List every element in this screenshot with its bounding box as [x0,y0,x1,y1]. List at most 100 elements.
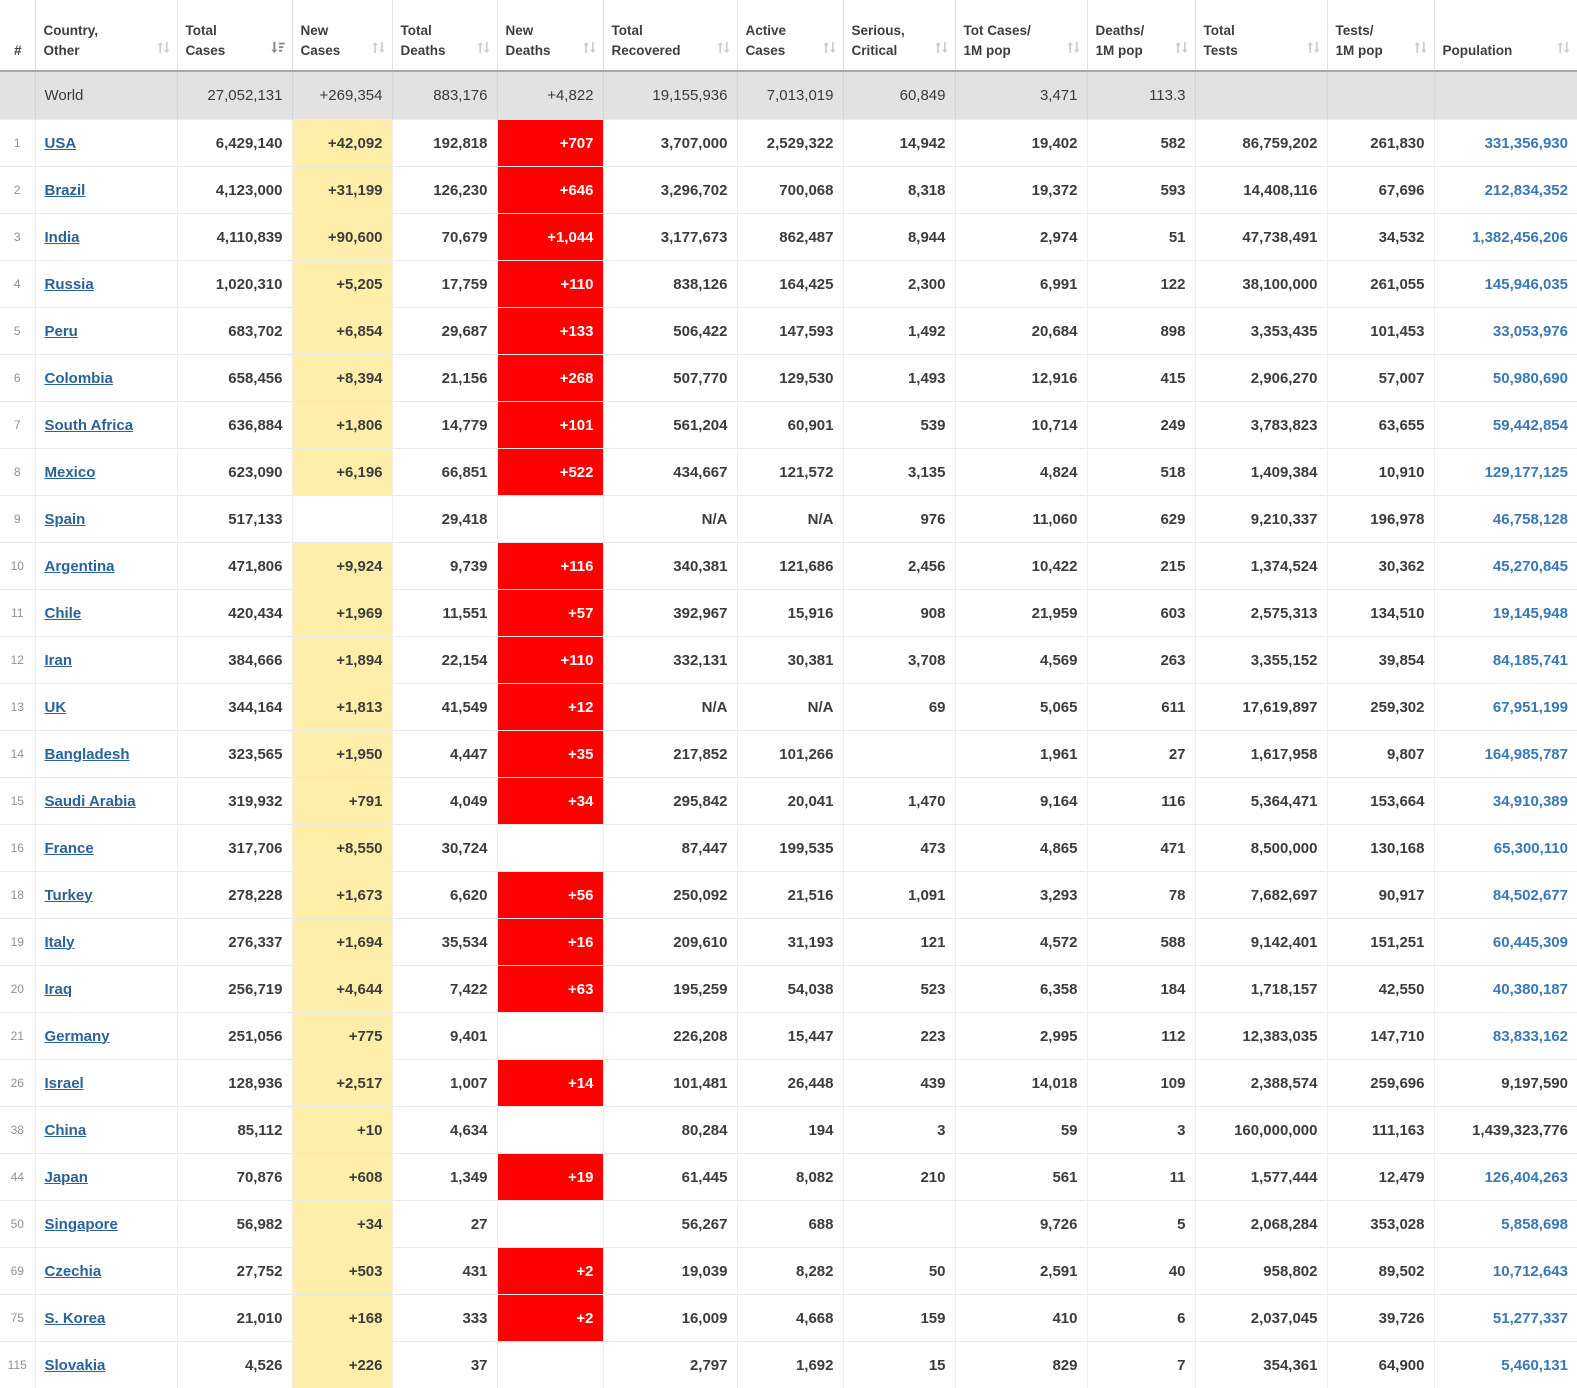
total-tests-cell: 2,575,313 [1195,590,1327,637]
column-header-total_recovered[interactable]: Total Recovered [603,0,737,71]
population-link[interactable]: 5,460,131 [1501,1357,1568,1374]
population-link[interactable]: 331,356,930 [1485,135,1568,152]
population-link[interactable]: 51,277,337 [1493,1310,1568,1327]
country-row-iran: 12Iran384,666+1,89422,154+110332,13130,3… [0,637,1577,684]
population-link[interactable]: 84,185,741 [1493,652,1568,669]
country-link[interactable]: Mexico [45,464,96,481]
population-link[interactable]: 45,270,845 [1493,558,1568,575]
country-link[interactable]: Peru [45,323,78,340]
country-row-peru: 5Peru683,702+6,85429,687+133506,422147,5… [0,308,1577,355]
total-tests-cell: 3,783,823 [1195,402,1327,449]
sort-toggle-icon[interactable] [1414,41,1427,59]
population-link[interactable]: 145,946,035 [1485,276,1568,293]
active-cases-cell: 15,447 [737,1013,843,1060]
country-link[interactable]: France [45,840,94,857]
population-link[interactable]: 50,980,690 [1493,370,1568,387]
sort-toggle-icon[interactable] [935,41,948,59]
country-link[interactable]: S. Korea [45,1310,106,1327]
population-link[interactable]: 40,380,187 [1493,981,1568,998]
population-link[interactable]: 164,985,787 [1485,746,1568,763]
population-cell: 212,834,352 [1434,167,1577,214]
country-link[interactable]: Czechia [45,1263,102,1280]
country-link[interactable]: Brazil [45,182,86,199]
country-link[interactable]: China [45,1122,87,1139]
country-link[interactable]: Italy [45,934,75,951]
country-link[interactable]: India [45,229,80,246]
column-header-new_deaths[interactable]: New Deaths [497,0,603,71]
country-link[interactable]: Iraq [45,981,73,998]
column-header-total_deaths[interactable]: Total Deaths [392,0,497,71]
population-link[interactable]: 67,951,199 [1493,699,1568,716]
column-header-serious_critical[interactable]: Serious, Critical [843,0,955,71]
sort-descending-active-icon[interactable] [271,41,285,59]
total-recovered-cell: 61,445 [603,1154,737,1201]
country-link[interactable]: Argentina [45,558,115,575]
country-link[interactable]: Slovakia [45,1357,106,1374]
sort-toggle-icon[interactable] [1175,41,1188,59]
column-header-deaths_1m[interactable]: Deaths/ 1M pop [1087,0,1195,71]
sort-toggle-icon[interactable] [372,41,385,59]
sort-toggle-icon[interactable] [477,41,490,59]
sort-toggle-icon[interactable] [1307,41,1320,59]
total-deaths-cell: 37 [392,1342,497,1388]
cases-1m-cell: 21,959 [955,590,1087,637]
sort-toggle-icon[interactable] [717,41,730,59]
population-link[interactable]: 126,404,263 [1485,1169,1568,1186]
country-cell: Argentina [35,543,177,590]
sort-toggle-icon[interactable] [1067,41,1080,59]
country-link[interactable]: Iran [45,652,73,669]
world-serious-critical: 60,849 [843,71,955,120]
column-header-total_cases[interactable]: Total Cases [177,0,292,71]
country-link[interactable]: Russia [45,276,94,293]
population-link[interactable]: 46,758,128 [1493,511,1568,528]
country-link[interactable]: Bangladesh [45,746,130,763]
total-deaths-cell: 126,230 [392,167,497,214]
country-row-china: 38China85,112+104,63480,2841943593160,00… [0,1107,1577,1154]
country-link[interactable]: UK [45,699,67,716]
population-link[interactable]: 83,833,162 [1493,1028,1568,1045]
country-link[interactable]: Germany [45,1028,110,1045]
sort-toggle-icon[interactable] [583,41,596,59]
column-header-new_cases[interactable]: New Cases [292,0,392,71]
sort-toggle-icon[interactable] [823,41,836,59]
population-link[interactable]: 65,300,110 [1494,840,1568,857]
country-row-turkey: 18Turkey278,228+1,6736,620+56250,09221,5… [0,872,1577,919]
population-link[interactable]: 59,442,854 [1493,417,1568,434]
column-header-population[interactable]: Population [1434,0,1577,71]
country-link[interactable]: Turkey [45,887,93,904]
country-link[interactable]: Israel [45,1075,84,1092]
sort-toggle-icon[interactable] [1557,41,1570,59]
country-link[interactable]: USA [45,135,77,152]
column-header-tests_1m[interactable]: Tests/ 1M pop [1327,0,1434,71]
new-deaths-cell: +2 [497,1295,603,1342]
column-header-cases_1m[interactable]: Tot Cases/ 1M pop [955,0,1087,71]
population-link[interactable]: 33,053,976 [1493,323,1568,340]
country-cell: USA [35,120,177,167]
tests-1m-cell: 134,510 [1327,590,1434,637]
total-cases-cell: 70,876 [177,1154,292,1201]
total-cases-cell: 636,884 [177,402,292,449]
population-link[interactable]: 1,382,456,206 [1472,229,1568,246]
sort-toggle-icon[interactable] [157,41,170,59]
population-link[interactable]: 5,858,698 [1501,1216,1568,1233]
column-header-total_tests[interactable]: Total Tests [1195,0,1327,71]
population-link[interactable]: 19,145,948 [1493,605,1568,622]
column-header-country[interactable]: Country, Other [35,0,177,71]
country-cell: Israel [35,1060,177,1107]
country-link[interactable]: Singapore [45,1216,118,1233]
population-link[interactable]: 212,834,352 [1485,182,1568,199]
country-link[interactable]: Spain [45,511,86,528]
population-link[interactable]: 84,502,677 [1493,887,1568,904]
population-link[interactable]: 10,712,643 [1493,1263,1568,1280]
population-link[interactable]: 34,910,389 [1493,793,1568,810]
country-link[interactable]: Saudi Arabia [45,793,136,810]
country-link[interactable]: South Africa [45,417,134,434]
population-link[interactable]: 60,445,309 [1493,934,1568,951]
country-link[interactable]: Chile [45,605,82,622]
country-link[interactable]: Colombia [45,370,113,387]
population-link[interactable]: 129,177,125 [1485,464,1568,481]
country-link[interactable]: Japan [45,1169,88,1186]
column-header-active_cases[interactable]: Active Cases [737,0,843,71]
tests-1m-cell: 196,978 [1327,496,1434,543]
total-cases-cell: 517,133 [177,496,292,543]
